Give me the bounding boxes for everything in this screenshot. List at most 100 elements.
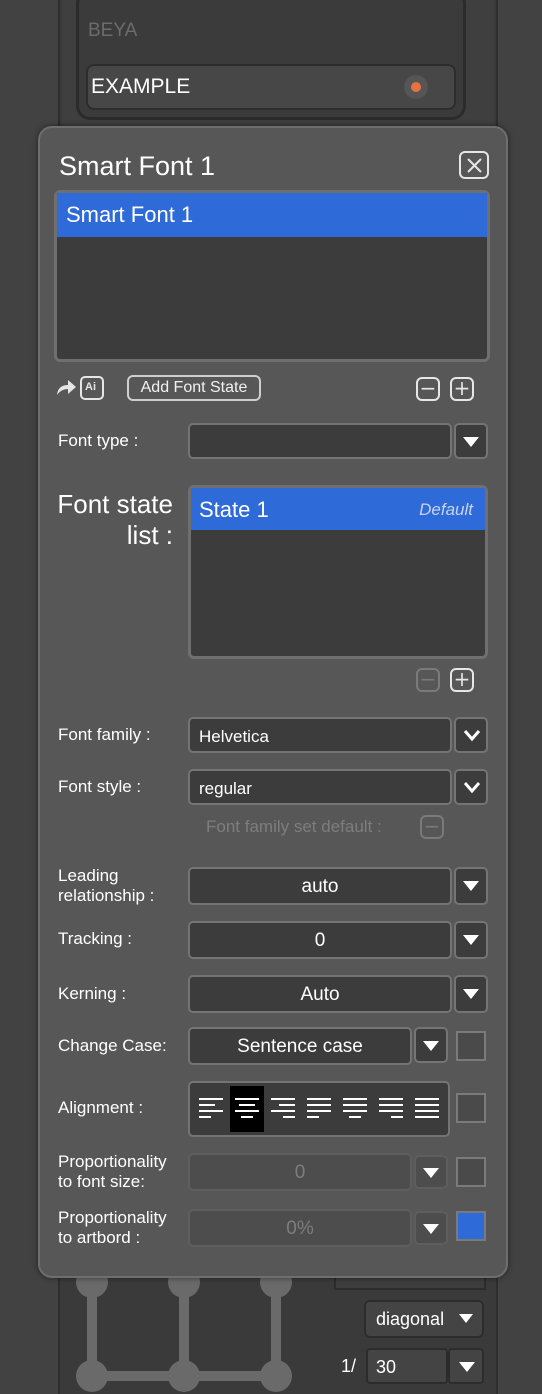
font-type-label: Font type : bbox=[58, 431, 139, 450]
justify-right-button[interactable] bbox=[374, 1086, 408, 1132]
minus-icon: − bbox=[423, 814, 441, 838]
add-font-state-button[interactable]: Add Font State bbox=[127, 375, 261, 401]
direction-select-value: diagonal bbox=[376, 1309, 445, 1329]
prop-font-size-label: Proportionality to font size: bbox=[58, 1152, 167, 1191]
tracking-dropdown[interactable] bbox=[454, 921, 488, 959]
list-item[interactable]: Smart Font 1 bbox=[57, 193, 487, 237]
font-family-value: Helvetica bbox=[199, 727, 269, 746]
align-left-icon bbox=[199, 1098, 223, 1118]
kerning-label: Kerning : bbox=[58, 984, 127, 1003]
chevron-down-icon bbox=[463, 881, 479, 891]
close-icon bbox=[467, 158, 482, 173]
plus-icon: + bbox=[453, 667, 471, 691]
state-name: State 1 bbox=[199, 497, 269, 522]
prop-artboard-field[interactable]: 0% bbox=[188, 1209, 412, 1247]
state-default-tag: Default bbox=[419, 500, 473, 519]
grid-node[interactable] bbox=[168, 1360, 200, 1392]
justify-center-icon bbox=[343, 1098, 367, 1118]
leading-dropdown[interactable] bbox=[454, 867, 488, 905]
justify-center-button[interactable] bbox=[338, 1086, 372, 1132]
kerning-field[interactable]: Auto bbox=[188, 975, 452, 1013]
chevron-down-icon bbox=[423, 1168, 439, 1178]
align-right-button[interactable] bbox=[266, 1086, 300, 1132]
add-state-button[interactable]: + bbox=[450, 668, 474, 692]
alignment-group[interactable] bbox=[188, 1081, 450, 1137]
prop-artboard-dropdown[interactable] bbox=[414, 1211, 448, 1245]
font-style-dropdown[interactable] bbox=[454, 769, 488, 805]
prop-font-size-field[interactable]: 0 bbox=[188, 1153, 412, 1191]
font-style-field[interactable]: regular bbox=[188, 769, 452, 805]
alignment-label: Alignment : bbox=[58, 1098, 144, 1117]
font-state-list-label: Font state list : bbox=[57, 489, 173, 550]
change-case-dropdown[interactable] bbox=[414, 1027, 448, 1063]
tracking-field[interactable]: 0 bbox=[188, 921, 452, 959]
leading-value: auto bbox=[301, 876, 339, 897]
family-default-label: Font family set default : bbox=[206, 817, 382, 836]
page-dropdown-button[interactable] bbox=[448, 1348, 484, 1384]
align-center-button[interactable] bbox=[230, 1086, 264, 1132]
chevron-down-icon bbox=[463, 989, 479, 999]
family-default-button[interactable]: − bbox=[420, 815, 444, 839]
illustrator-icon[interactable]: Ai bbox=[80, 376, 104, 400]
kerning-value: Auto bbox=[300, 984, 340, 1005]
prop-font-size-checkbox[interactable] bbox=[456, 1157, 486, 1187]
remove-font-button[interactable]: − bbox=[416, 377, 440, 401]
font-list[interactable]: Smart Font 1 bbox=[54, 190, 490, 362]
prop-artboard-label: Proportionality to artbord : bbox=[58, 1208, 167, 1247]
tracking-label: Tracking : bbox=[58, 929, 133, 948]
font-state-list[interactable]: State 1 Default bbox=[188, 485, 488, 659]
example-text: EXAMPLE bbox=[91, 75, 191, 98]
alignment-checkbox[interactable] bbox=[456, 1093, 486, 1123]
change-case-checkbox[interactable] bbox=[456, 1031, 486, 1061]
list-item[interactable]: State 1 Default bbox=[191, 488, 485, 530]
font-style-label: Font style : bbox=[58, 777, 142, 796]
remove-state-button[interactable]: − bbox=[416, 668, 440, 692]
justify-right-icon bbox=[379, 1098, 403, 1118]
justify-left-icon bbox=[307, 1098, 331, 1118]
position-grid[interactable] bbox=[62, 1266, 312, 1394]
prop-artboard-checkbox[interactable] bbox=[456, 1211, 486, 1241]
record-dot-icon[interactable] bbox=[404, 75, 428, 99]
close-button[interactable] bbox=[459, 151, 489, 179]
chevron-down-icon bbox=[463, 437, 479, 447]
font-type-dropdown[interactable] bbox=[454, 423, 488, 459]
leading-label: Leading relationship : bbox=[58, 866, 155, 905]
dialog-title: Smart Font 1 bbox=[59, 151, 216, 181]
list-item-label: Smart Font 1 bbox=[66, 202, 194, 227]
prop-font-size-value: 0 bbox=[294, 1162, 306, 1183]
minus-icon: − bbox=[419, 667, 437, 691]
font-type-field[interactable] bbox=[188, 423, 452, 459]
chevron-down-icon bbox=[423, 1041, 439, 1051]
font-family-field[interactable]: Helvetica bbox=[188, 717, 452, 753]
grid-node[interactable] bbox=[76, 1360, 108, 1392]
chevron-down-icon bbox=[463, 935, 479, 945]
prop-font-size-dropdown[interactable] bbox=[414, 1155, 448, 1189]
font-style-value: regular bbox=[199, 779, 252, 798]
leading-field[interactable]: auto bbox=[188, 867, 452, 905]
font-family-label: Font family : bbox=[58, 725, 151, 744]
page-prefix: 1/ bbox=[341, 1356, 357, 1376]
align-right-icon bbox=[271, 1098, 295, 1118]
align-left-button[interactable] bbox=[194, 1086, 228, 1132]
justify-left-button[interactable] bbox=[302, 1086, 336, 1132]
font-family-dropdown[interactable] bbox=[454, 717, 488, 753]
chevron-down-icon bbox=[463, 730, 481, 742]
preview-label: BEYA bbox=[88, 20, 138, 41]
kerning-dropdown[interactable] bbox=[454, 975, 488, 1013]
prop-artboard-value: 0% bbox=[286, 1218, 314, 1239]
add-font-button[interactable]: + bbox=[450, 377, 474, 401]
tracking-value: 0 bbox=[314, 930, 326, 951]
change-case-label: Change Case: bbox=[58, 1036, 167, 1055]
justify-all-button[interactable] bbox=[410, 1086, 444, 1132]
chevron-down-icon bbox=[463, 782, 481, 794]
chevron-down-icon bbox=[423, 1224, 439, 1234]
plus-icon: + bbox=[453, 376, 471, 400]
minus-icon: − bbox=[419, 376, 437, 400]
grid-node[interactable] bbox=[260, 1360, 292, 1392]
chevron-down-icon bbox=[459, 1314, 473, 1323]
justify-all-icon bbox=[415, 1098, 439, 1118]
change-case-value: Sentence case bbox=[237, 1036, 363, 1057]
change-case-field[interactable]: Sentence case bbox=[188, 1027, 412, 1065]
share-icon[interactable] bbox=[55, 376, 77, 398]
page-field-value: 30 bbox=[376, 1357, 397, 1377]
